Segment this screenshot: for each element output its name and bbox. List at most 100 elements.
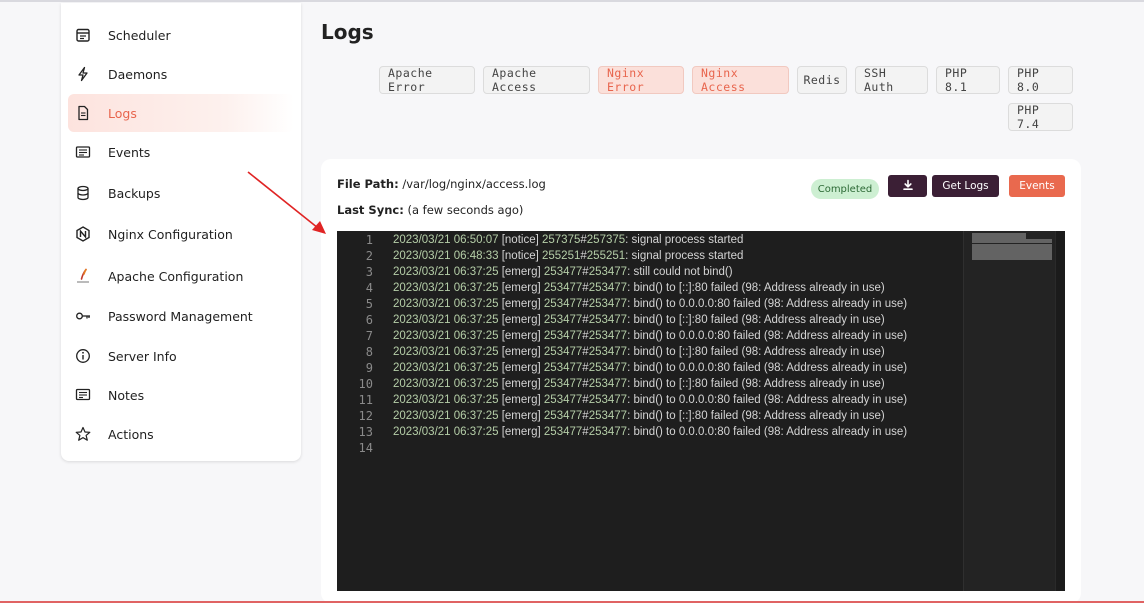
- tab-nginx-error[interactable]: Nginx Error: [598, 66, 684, 94]
- log-msg: : bind() to 0.0.0.0:80 failed (98: Addre…: [627, 426, 908, 438]
- log-tid: 253477: [588, 394, 628, 406]
- sidebar-item-daemons[interactable]: Daemons: [68, 55, 294, 93]
- log-line: 2023/03/21 06:37:25 [emerg] 253477#25347…: [393, 426, 907, 438]
- line-number: 2: [365, 249, 373, 263]
- sidebar-item-label: Password Management: [108, 308, 253, 324]
- log-line: 2023/03/21 06:37:25 [emerg] 253477#25347…: [393, 362, 907, 374]
- log-date: 2023/03/21 06:37:25: [393, 330, 502, 342]
- log-date: 2023/03/21 06:37:25: [393, 410, 502, 422]
- line-number: 4: [365, 281, 373, 295]
- file-path-label: File Path:: [337, 177, 399, 191]
- sidebar-item-label: Nginx Configuration: [108, 226, 233, 242]
- log-msg: : bind() to [::]:80 failed (98: Address …: [627, 314, 885, 326]
- log-level: [emerg]: [501, 314, 544, 326]
- tab-apache-access[interactable]: Apache Access: [483, 66, 590, 94]
- tab-redis[interactable]: Redis: [797, 66, 847, 94]
- log-msg: : bind() to [::]:80 failed (98: Address …: [627, 282, 885, 294]
- log-level: [notice]: [501, 234, 542, 246]
- last-sync-value: (a few seconds ago): [407, 203, 524, 217]
- log-date: 2023/03/21 06:37:25: [393, 378, 502, 390]
- download-button[interactable]: [888, 175, 927, 197]
- log-pid: 253477: [543, 426, 583, 438]
- log-tid: 255251: [586, 250, 626, 262]
- line-number: 8: [365, 345, 373, 359]
- sidebar-item-apache-configuration[interactable]: Apache Configuration: [68, 257, 294, 295]
- log-pid: 253477: [543, 266, 583, 278]
- log-tid: 257375: [586, 234, 626, 246]
- tab-php-7-4[interactable]: PHP 7.4: [1008, 103, 1073, 131]
- file-path: File Path: /var/log/nginx/access.log: [337, 177, 546, 191]
- line-number: 7: [365, 329, 373, 343]
- sidebar-item-backups[interactable]: Backups: [68, 174, 294, 212]
- log-line: 2023/03/21 06:37:25 [emerg] 253477#25347…: [393, 378, 885, 390]
- sidebar-item-label: Notes: [108, 387, 145, 403]
- database-icon: [74, 184, 92, 202]
- events-button[interactable]: Events: [1009, 175, 1065, 197]
- sidebar-item-notes[interactable]: Notes: [68, 376, 294, 414]
- status-badge: Completed: [811, 179, 879, 199]
- sidebar-item-logs[interactable]: Logs: [68, 94, 294, 132]
- log-tid: 253477: [588, 426, 628, 438]
- log-line: 2023/03/21 06:37:25 [emerg] 253477#25347…: [393, 298, 907, 310]
- key-icon: [74, 307, 92, 325]
- sidebar-item-scheduler[interactable]: Scheduler: [68, 16, 294, 54]
- log-msg: : signal process started: [625, 234, 744, 246]
- log-line: 2023/03/21 06:37:25 [emerg] 253477#25347…: [393, 330, 907, 342]
- log-level: [emerg]: [501, 266, 544, 278]
- log-level: [notice]: [501, 250, 542, 262]
- tab-apache-error[interactable]: Apache Error: [379, 66, 475, 94]
- log-line: 2023/03/21 06:48:33 [notice] 255251#2552…: [393, 250, 743, 262]
- bolt-icon: [74, 65, 92, 83]
- last-sync: Last Sync: (a few seconds ago): [337, 203, 523, 217]
- tab-ssh-auth[interactable]: SSH Auth: [855, 66, 928, 94]
- vertical-scrollbar[interactable]: [1055, 231, 1065, 591]
- sidebar-item-label: Scheduler: [108, 27, 171, 43]
- line-number: 13: [358, 425, 373, 439]
- minimap[interactable]: [963, 231, 1055, 591]
- log-msg: : signal process started: [625, 250, 744, 262]
- sidebar-item-server-info[interactable]: Server Info: [68, 337, 294, 375]
- log-pid: 253477: [543, 298, 583, 310]
- log-pid: 253477: [543, 346, 583, 358]
- log-level: [emerg]: [501, 426, 544, 438]
- log-date: 2023/03/21 06:48:33: [393, 250, 502, 262]
- sidebar-item-password-management[interactable]: Password Management: [68, 297, 294, 335]
- sidebar-item-label: Events: [108, 144, 151, 160]
- sidebar: Scheduler Daemons Logs Events Backups Ng…: [61, 3, 301, 461]
- file-icon: [74, 104, 92, 122]
- get-logs-button[interactable]: Get Logs: [932, 175, 999, 197]
- line-number: 11: [358, 393, 373, 407]
- sidebar-item-label: Server Info: [108, 348, 177, 364]
- log-level: [emerg]: [501, 346, 544, 358]
- calendar-icon: [74, 26, 92, 44]
- log-level: [emerg]: [501, 410, 544, 422]
- sidebar-item-events[interactable]: Events: [68, 133, 294, 171]
- log-pid: 255251: [542, 250, 581, 262]
- page-title: Logs: [321, 20, 374, 44]
- log-line: 2023/03/21 06:37:25 [emerg] 253477#25347…: [393, 266, 733, 278]
- log-msg: : bind() to 0.0.0.0:80 failed (98: Addre…: [627, 362, 908, 374]
- log-tid: 253477: [588, 282, 628, 294]
- sidebar-item-nginx-configuration[interactable]: Nginx Configuration: [68, 215, 294, 253]
- log-line: 2023/03/21 06:37:25 [emerg] 253477#25347…: [393, 282, 885, 294]
- log-date: 2023/03/21 06:37:25: [393, 394, 502, 406]
- sidebar-item-label: Apache Configuration: [108, 268, 244, 284]
- log-pid: 253477: [543, 330, 583, 342]
- top-border: [0, 0, 1144, 2]
- tab-php-8-0[interactable]: PHP 8.0: [1008, 66, 1073, 94]
- log-msg: : bind() to 0.0.0.0:80 failed (98: Addre…: [627, 394, 908, 406]
- sidebar-item-label: Daemons: [108, 66, 168, 82]
- sidebar-item-actions[interactable]: Actions: [68, 415, 294, 453]
- log-msg: : still could not bind(): [627, 266, 733, 278]
- tab-php-8-1[interactable]: PHP 8.1: [936, 66, 1000, 94]
- line-number: 9: [365, 361, 373, 375]
- tab-nginx-access[interactable]: Nginx Access: [692, 66, 789, 94]
- line-number: 1: [365, 233, 373, 247]
- sidebar-item-label: Logs: [108, 105, 137, 121]
- log-tid: 253477: [588, 410, 628, 422]
- log-tid: 253477: [588, 330, 628, 342]
- file-path-value: /var/log/nginx/access.log: [402, 177, 546, 191]
- log-viewer[interactable]: 1 2 3 4 5 6 7 8 9 10 11 12 13 14 2023/03/21 06:50:07 …: [337, 231, 1065, 591]
- log-tid: 253477: [588, 314, 628, 326]
- notes-icon: [74, 386, 92, 404]
